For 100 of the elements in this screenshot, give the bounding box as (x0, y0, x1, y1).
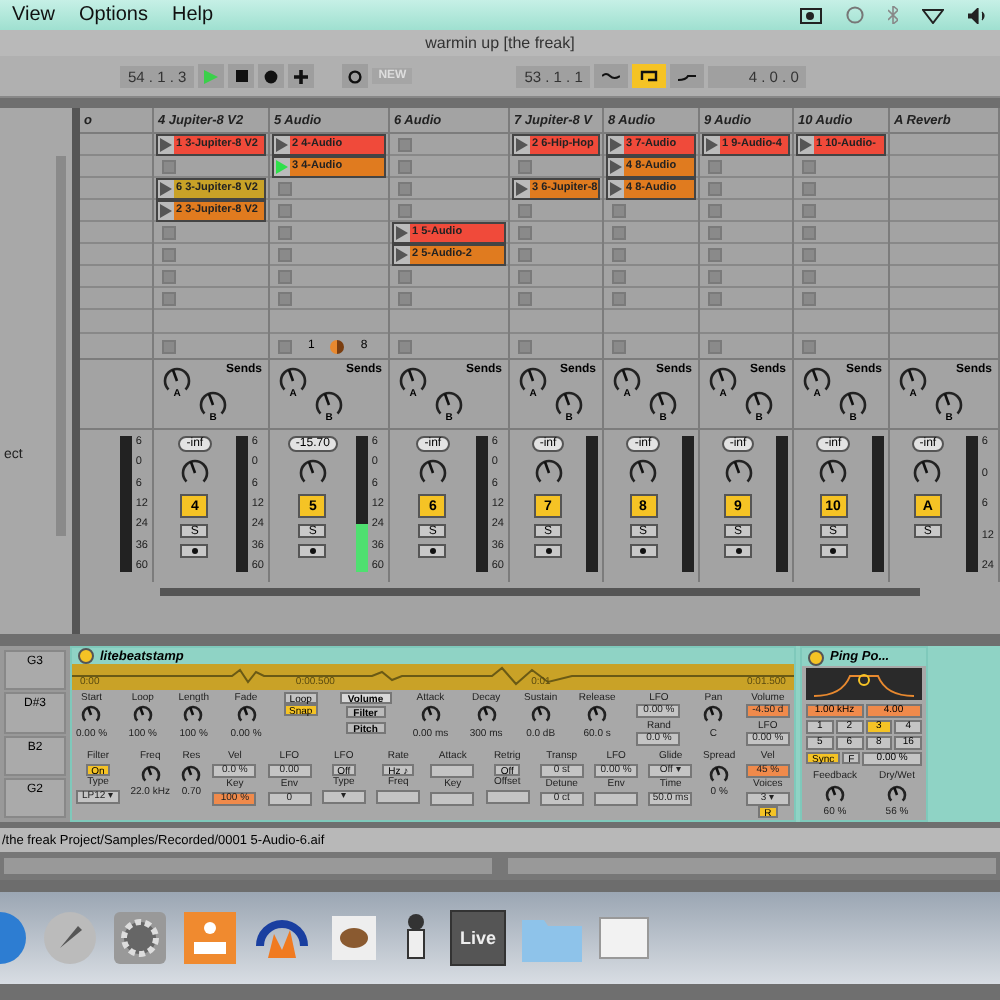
camera-icon[interactable] (800, 7, 822, 23)
arm-button[interactable] (180, 544, 209, 558)
clip-launch-button[interactable] (158, 201, 174, 219)
loop-icon (640, 69, 659, 83)
knob[interactable] (417, 458, 448, 488)
knob[interactable] (434, 390, 464, 420)
knob[interactable] (612, 366, 642, 396)
knob[interactable] (198, 390, 228, 420)
knob[interactable] (628, 458, 658, 488)
live-app-icon[interactable]: Live (450, 910, 506, 966)
clip-launch-button[interactable] (608, 135, 624, 153)
knob[interactable] (702, 704, 725, 726)
menu-item[interactable]: View (12, 4, 55, 26)
clip-launch-button[interactable] (514, 135, 530, 153)
arm-button[interactable] (819, 544, 847, 558)
clip-launch-button[interactable] (514, 179, 530, 197)
punch-in-button[interactable] (594, 64, 629, 88)
coffee-cup-icon[interactable] (326, 910, 382, 966)
knob[interactable] (802, 366, 832, 396)
level-meter (872, 436, 884, 572)
knob[interactable] (278, 366, 308, 396)
knob[interactable] (744, 390, 774, 420)
knob[interactable] (824, 783, 846, 805)
knob[interactable] (297, 458, 328, 488)
record-button[interactable] (258, 64, 285, 88)
wave-icon (602, 71, 621, 81)
knob[interactable] (179, 458, 210, 488)
knob[interactable] (182, 704, 205, 726)
knob[interactable] (398, 366, 428, 396)
volume-icon[interactable] (968, 7, 988, 23)
knob[interactable] (838, 390, 868, 420)
play-icon (204, 69, 219, 83)
knob[interactable] (708, 366, 738, 396)
arm-button[interactable] (629, 544, 657, 558)
wifi-icon[interactable] (922, 7, 944, 23)
clip-launch-button[interactable] (394, 223, 410, 241)
knob[interactable] (723, 458, 753, 488)
window-icon[interactable] (598, 916, 650, 960)
knob[interactable] (586, 704, 609, 726)
arm-button[interactable] (724, 544, 752, 558)
clip-launch-button[interactable] (158, 179, 174, 197)
clip-launch-button[interactable] (608, 157, 624, 175)
knob[interactable] (533, 458, 563, 488)
clip-launch-button[interactable] (798, 135, 814, 153)
clock-icon[interactable] (846, 6, 864, 24)
knob[interactable] (314, 390, 344, 420)
knob[interactable] (934, 390, 964, 420)
stop-button[interactable] (228, 64, 255, 88)
arm-button[interactable] (418, 544, 447, 558)
clip-launch-button[interactable] (608, 179, 624, 197)
clip-launch-button[interactable] (274, 157, 290, 175)
knob[interactable] (912, 458, 943, 488)
overdub-button[interactable] (288, 64, 315, 88)
knob[interactable] (818, 458, 848, 488)
clip-slot[interactable] (518, 159, 532, 173)
clip-launch-button[interactable] (274, 135, 290, 153)
knob[interactable] (886, 783, 908, 805)
knob[interactable] (529, 704, 552, 726)
value-field[interactable] (430, 763, 475, 777)
knob[interactable] (162, 366, 192, 396)
knob[interactable] (235, 704, 257, 726)
power-icon[interactable] (808, 649, 824, 665)
level-meter (355, 436, 368, 572)
filter-graph[interactable] (806, 668, 922, 700)
empty-field[interactable] (508, 858, 996, 874)
bluetooth-icon[interactable] (888, 6, 898, 24)
menu-item[interactable]: Help (171, 4, 214, 26)
value-field[interactable] (485, 789, 530, 803)
step-line-icon (678, 71, 697, 81)
scrollbar[interactable] (56, 156, 66, 536)
menu-item[interactable]: Options (79, 4, 148, 26)
clip-launch-button[interactable] (704, 135, 720, 153)
scrollbar-thumb[interactable] (160, 588, 920, 596)
knob[interactable] (180, 763, 203, 785)
knob[interactable] (708, 763, 731, 785)
metronome-button[interactable] (342, 64, 369, 88)
clip-slot[interactable] (162, 159, 176, 173)
knob[interactable] (898, 366, 928, 396)
arm-button[interactable] (298, 544, 327, 558)
value-field[interactable] (430, 791, 475, 805)
power-icon[interactable] (78, 648, 94, 664)
knob[interactable] (139, 763, 162, 785)
window-title: warmin up [the freak] (425, 34, 575, 52)
level-meter (682, 436, 694, 572)
knob[interactable] (648, 390, 678, 420)
clip-launch-button[interactable] (394, 245, 410, 263)
empty-field[interactable] (4, 858, 492, 874)
knob[interactable] (80, 704, 103, 726)
knob[interactable] (518, 366, 548, 396)
settings-icon[interactable] (112, 910, 168, 966)
value-field[interactable] (594, 791, 639, 805)
clip-launch-button[interactable] (158, 135, 174, 153)
knob[interactable] (554, 390, 584, 420)
knob[interactable] (419, 704, 442, 726)
value-field[interactable] (376, 789, 421, 803)
arm-button[interactable] (534, 544, 562, 558)
loop-button[interactable] (632, 64, 667, 88)
knob[interactable] (475, 704, 498, 726)
knob[interactable] (131, 704, 154, 726)
punch-out-button[interactable] (670, 64, 705, 88)
